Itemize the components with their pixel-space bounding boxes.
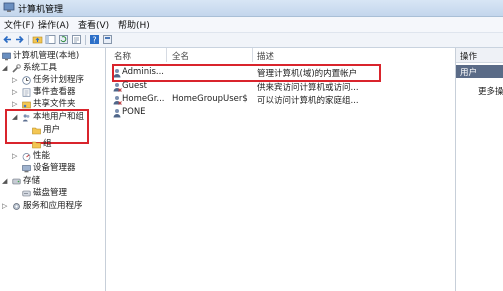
folder-icon [32, 127, 41, 135]
menu-file[interactable]: 文件(F) [4, 18, 34, 31]
menu-view[interactable]: 查看(V) [78, 18, 109, 31]
window-title: 计算机管理 [18, 5, 64, 15]
console-tree: 计算机管理(本地) ◢ 系统工具 ▷ 任务计划程序 ▷ 事件查看器 ▷ 共享文件… [0, 48, 106, 291]
column-divider[interactable] [166, 48, 167, 62]
title-bar: 计算机管理 [0, 0, 503, 17]
disk-icon [22, 190, 31, 197]
expand-arrow-icon[interactable]: ▷ [12, 75, 17, 86]
show-tree-icon[interactable] [45, 34, 56, 45]
column-header-fullname[interactable]: 全名 [172, 50, 189, 62]
user-name: HomeGr... [122, 94, 165, 104]
clock-icon [22, 76, 31, 85]
event-log-icon [22, 88, 31, 97]
actions-section-users[interactable]: 用户 [456, 65, 503, 78]
user-description: 供来宾访问计算机或访问... [257, 83, 359, 93]
user-fullname: HomeGroupUser$ [172, 94, 248, 104]
back-arrow-icon[interactable] [2, 34, 13, 45]
tree-item-label: 设备管理器 [33, 163, 76, 173]
services-icon [13, 203, 20, 210]
more-actions-link[interactable]: 更多操 [478, 85, 503, 97]
collapse-arrow-icon[interactable]: ◢ [12, 112, 17, 123]
toolbar-separator [28, 35, 29, 45]
user-icon [113, 83, 122, 92]
console-icon[interactable] [102, 34, 113, 45]
tree-item-label: 本地用户和组 [33, 112, 85, 122]
column-header-name[interactable]: 名称 [114, 50, 131, 62]
device-manager-icon [22, 165, 31, 173]
menu-help[interactable]: 帮助(H) [118, 18, 150, 31]
column-divider[interactable] [252, 48, 253, 62]
actions-section-label: 用户 [460, 68, 478, 78]
user-description: 可以访问计算机的家庭组... [257, 96, 359, 106]
help-icon[interactable]: ? [89, 34, 100, 45]
up-folder-icon[interactable] [32, 34, 43, 45]
tree-item-label: 事件查看器 [33, 87, 76, 97]
shared-folder-icon [22, 101, 31, 109]
computer-management-icon [3, 2, 15, 12]
toolbar: ? [0, 33, 503, 48]
storage-icon [12, 178, 21, 185]
user-icon [113, 109, 121, 118]
actions-header: 操作 [456, 48, 503, 63]
user-icon [113, 96, 122, 105]
collapse-arrow-icon[interactable]: ◢ [2, 63, 7, 74]
performance-icon [22, 153, 31, 161]
folder-icon [32, 141, 41, 149]
tree-item-label: 用户 [43, 125, 61, 135]
menu-action[interactable]: 操作(A) [38, 18, 69, 31]
column-header-description[interactable]: 描述 [257, 50, 274, 62]
svg-text:?: ? [92, 36, 96, 45]
toolbar-separator [85, 35, 86, 45]
user-list: 名称 全名 描述 Adminis... 管理计算机(域)的内置帐户 Guest … [106, 48, 455, 291]
users-icon [22, 114, 30, 122]
user-name: Guest [122, 81, 147, 91]
menu-bar: 文件(F) 操作(A) 查看(V) 帮助(H) [0, 17, 503, 33]
refresh-icon[interactable] [58, 34, 69, 45]
tree-item-label: 磁盘管理 [33, 188, 68, 198]
expand-arrow-icon[interactable]: ▷ [12, 87, 17, 98]
user-name: PONE [122, 107, 146, 117]
list-item-guest[interactable]: Guest 供来宾访问计算机或访问... [106, 81, 455, 93]
tree-item-label: 计算机管理(本地) [13, 51, 80, 61]
actions-title: 操作 [460, 52, 478, 62]
collapse-arrow-icon[interactable]: ◢ [2, 176, 7, 187]
computer-management-icon [2, 52, 11, 61]
tree-item-label: 服务和应用程序 [23, 201, 83, 211]
tree-item-label: 组 [43, 139, 52, 149]
list-item-homegroupuser[interactable]: HomeGr... HomeGroupUser$ 可以访问计算机的家庭组... [106, 94, 455, 106]
tree-item-label: 存储 [23, 176, 41, 186]
tree-item-label: 系统工具 [23, 63, 58, 73]
export-icon[interactable] [71, 34, 82, 45]
expand-arrow-icon[interactable]: ▷ [12, 151, 17, 162]
expand-arrow-icon[interactable]: ▷ [2, 201, 7, 212]
forward-arrow-icon[interactable] [14, 34, 25, 45]
tree-item-label: 任务计划程序 [33, 75, 85, 85]
list-item-pone[interactable]: PONE [106, 107, 455, 119]
tools-icon [12, 64, 21, 73]
tree-item-label: 性能 [33, 151, 51, 161]
highlight-box [112, 64, 381, 82]
actions-pane: 操作 用户 更多操 [455, 48, 503, 291]
